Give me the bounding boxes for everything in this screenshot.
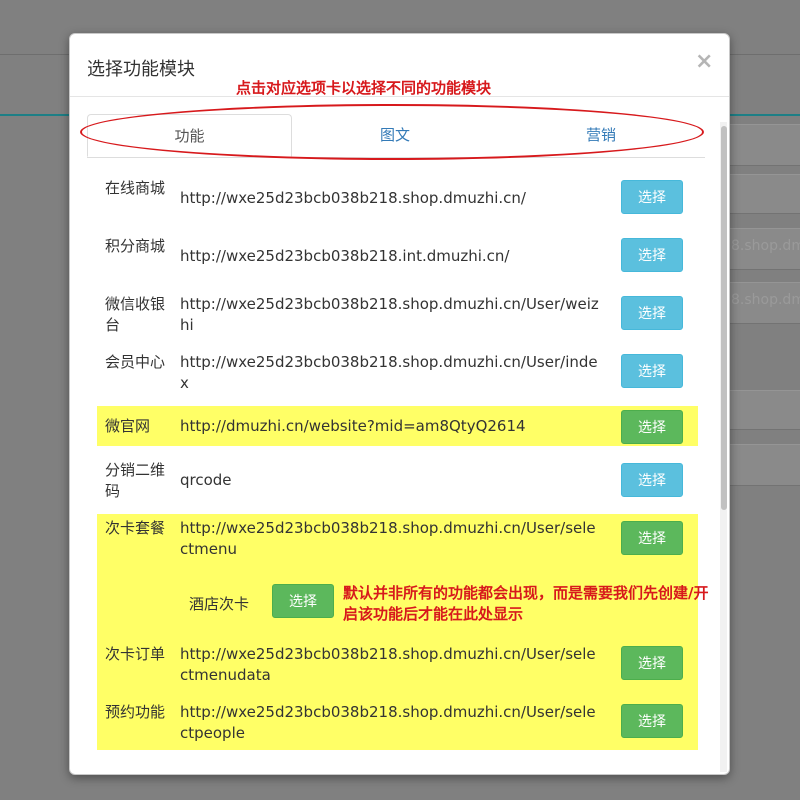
module-url: http://wxe25d23bcb038b218.int.dmuzhi.cn/ bbox=[180, 247, 510, 265]
select-button[interactable]: 选择 bbox=[272, 584, 334, 618]
scrollbar-thumb[interactable] bbox=[721, 126, 727, 510]
module-url: http://wxe25d23bcb038b218.shop.dmuzhi.cn… bbox=[180, 189, 526, 207]
close-icon[interactable]: × bbox=[695, 49, 713, 74]
module-name: 次卡套餐 bbox=[105, 519, 166, 537]
select-button[interactable]: 选择 bbox=[621, 354, 683, 388]
module-url: http://dmuzhi.cn/website?mid=am8QtyQ2614 bbox=[180, 417, 526, 435]
select-button[interactable]: 选择 bbox=[621, 238, 683, 272]
module-name: 微信收银台 bbox=[105, 295, 166, 334]
module-url: http://wxe25d23bcb038b218.shop.dmuzhi.cn… bbox=[180, 703, 596, 742]
background-block bbox=[728, 444, 800, 486]
select-button[interactable]: 选择 bbox=[621, 180, 683, 214]
select-button[interactable]: 选择 bbox=[621, 521, 683, 555]
background-block bbox=[728, 124, 800, 166]
select-button[interactable]: 选择 bbox=[621, 296, 683, 330]
background-text: 8.shop.dmu bbox=[731, 238, 800, 254]
module-url: http://wxe25d23bcb038b218.shop.dmuzhi.cn… bbox=[180, 519, 596, 558]
module-name: 次卡订单 bbox=[105, 645, 166, 663]
module-url: http://wxe25d23bcb038b218.shop.dmuzhi.cn… bbox=[180, 353, 598, 392]
module-url: http://wxe25d23bcb038b218.shop.dmuzhi.cn… bbox=[180, 295, 599, 334]
tab-function[interactable]: 功能 bbox=[87, 114, 292, 157]
select-button[interactable]: 选择 bbox=[621, 410, 683, 444]
modal-title: 选择功能模块 bbox=[87, 59, 195, 80]
module-url: qrcode bbox=[180, 471, 232, 489]
sub-item-name: 酒店次卡 bbox=[189, 595, 250, 613]
module-url: http://wxe25d23bcb038b218.shop.dmuzhi.cn… bbox=[180, 645, 596, 684]
module-name: 在线商城 bbox=[105, 179, 166, 197]
annotation-tabs-hint: 点击对应选项卡以选择不同的功能模块 bbox=[236, 79, 492, 97]
tab-marketing[interactable]: 营销 bbox=[498, 114, 704, 156]
select-button[interactable]: 选择 bbox=[621, 646, 683, 680]
tab-graphic[interactable]: 图文 bbox=[292, 114, 498, 156]
annotation-note: 默认并非所有的功能都会出现，而是需要我们先创建/开启该功能后才能在此处显示 bbox=[343, 584, 709, 623]
select-module-modal: 选择功能模块 × 点击对应选项卡以选择不同的功能模块 功能 图文 营销 在线商城… bbox=[69, 33, 730, 775]
module-name: 会员中心 bbox=[105, 353, 166, 371]
module-name: 分销二维码 bbox=[105, 461, 166, 500]
module-name: 预约功能 bbox=[105, 703, 166, 721]
background-block bbox=[728, 390, 800, 430]
background-block bbox=[728, 174, 800, 214]
select-button[interactable]: 选择 bbox=[621, 463, 683, 497]
select-button[interactable]: 选择 bbox=[621, 704, 683, 738]
module-name: 微官网 bbox=[105, 417, 151, 435]
tab-bar: 功能 图文 营销 bbox=[87, 114, 705, 158]
module-name: 积分商城 bbox=[105, 237, 166, 255]
background-text: 8.shop.dmu bbox=[731, 292, 800, 308]
